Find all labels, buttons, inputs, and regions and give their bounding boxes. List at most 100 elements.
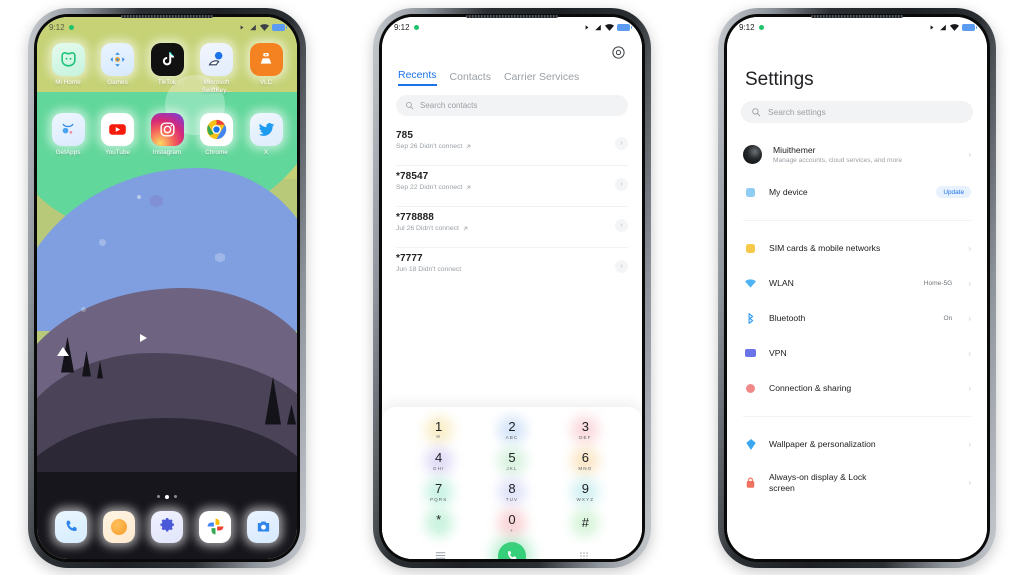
app-label: TikTok [157, 78, 177, 86]
wallpaper-play-marker [140, 333, 147, 342]
app-chrome[interactable]: Chrome [194, 112, 240, 157]
bluetooth-icon [930, 25, 934, 30]
chevron-right-icon: › [968, 439, 971, 449]
gear-icon[interactable] [151, 510, 183, 543]
dialpad-key-2[interactable]: 2 ABC [475, 415, 548, 446]
device-icon [743, 185, 758, 200]
settings-row-always-on-display[interactable]: Always-on display & Lock screen › [727, 462, 987, 504]
app-swiftkey[interactable]: Microsoft SwiftKey... [194, 42, 240, 95]
dialpad-key-5[interactable]: 5 JKL [475, 446, 548, 477]
settings-row-wallpaper[interactable]: Wallpaper & personalization › [727, 427, 987, 462]
row-text: Always-on display & Lock screen [769, 472, 957, 493]
tab-recents[interactable]: Recents [398, 69, 437, 86]
phone-bezel: 9:12 [34, 13, 300, 562]
call-log-row[interactable]: *778888 Jul 26 Didn't connect › [382, 207, 642, 247]
browser-icon[interactable] [103, 510, 135, 543]
settings-list[interactable]: Miuithemer Manage accounts, cloud servic… [727, 135, 987, 559]
earpiece-grille [121, 14, 213, 18]
dialpad-key-0[interactable]: 0 + [475, 508, 548, 539]
call-details-chevron[interactable]: › [615, 218, 628, 232]
wallpaper-icon [743, 437, 758, 452]
dialpad-icon[interactable] [578, 550, 590, 559]
dialpad-key-8[interactable]: 8 TUV [475, 477, 548, 508]
row-label: VPN [769, 347, 787, 358]
update-badge[interactable]: Update [936, 186, 971, 198]
dialpad-key-4[interactable]: 4 GHI [402, 446, 475, 477]
status-time: 9:12 [394, 23, 410, 32]
recent-calls-list[interactable]: 785 Sep 26 Didn't connect › *78547 Sep 2… [382, 125, 642, 413]
green-dot-icon [68, 25, 74, 30]
dialpad-sheet: 1 ✉ 2 ABC 3 DEF 4 GHI 5 JKL 6 MNO 7 PQRS 8 TUV 9… [382, 406, 642, 559]
tiktok-icon [150, 42, 184, 76]
key-digit: 7 [435, 481, 443, 497]
hamburger-menu-icon[interactable] [434, 549, 447, 559]
settings-row-vpn[interactable]: VPN › [727, 336, 987, 371]
search-placeholder: Search contacts [420, 100, 478, 110]
status-right [928, 24, 977, 31]
gear-icon[interactable] [611, 45, 626, 60]
camera-icon[interactable] [247, 510, 279, 543]
settings-row-my-device[interactable]: My device Update [727, 175, 987, 210]
settings-row-account[interactable]: Miuithemer Manage accounts, cloud servic… [727, 135, 987, 175]
key-digit: 9 [581, 481, 589, 497]
status-bar-dialer: 9:12 [382, 17, 642, 39]
call-button[interactable] [498, 541, 527, 559]
page-title: Settings [745, 68, 814, 90]
call-log-row[interactable]: *78547 Sep 22 Didn't connect › [382, 166, 642, 206]
app-label: Microsoft SwiftKey... [201, 78, 232, 94]
app-instagram[interactable]: Instagram [144, 112, 190, 157]
app-youtube[interactable]: YouTube [95, 112, 141, 157]
settings-row-sim-cards[interactable]: SIM cards & mobile networks › [727, 231, 987, 266]
settings-row-wlan[interactable]: WLAN Home-5G › [727, 266, 987, 301]
phone-icon[interactable] [55, 510, 87, 543]
wallpaper-triangle-white [57, 346, 69, 356]
app-mi-home[interactable]: Mi Home [45, 42, 91, 95]
dialpad-key-star[interactable]: *. [402, 508, 475, 539]
dialpad-key-3[interactable]: 3 DEF [549, 415, 622, 446]
call-details-chevron[interactable]: › [615, 259, 628, 273]
search-placeholder: Search settings [768, 106, 826, 117]
app-tiktok[interactable]: TikTok [144, 42, 190, 95]
call-detail: Sep 26 Didn't connect [396, 143, 628, 150]
chevron-right-icon: › [968, 150, 971, 159]
dialpad-key-7[interactable]: 7 PQRS [402, 477, 475, 508]
search-contacts-input[interactable]: Search contacts [396, 94, 628, 116]
row-label: WLAN [769, 277, 794, 288]
app-getapps[interactable]: GetApps [45, 112, 91, 157]
tab-contacts[interactable]: Contacts [450, 71, 491, 86]
dialpad-key-1[interactable]: 1 ✉ [402, 415, 475, 446]
games-icon [101, 42, 134, 76]
google-photos-icon[interactable] [199, 510, 231, 543]
row-text: Wallpaper & personalization [769, 439, 957, 450]
row-text: SIM cards & mobile networks [769, 243, 957, 254]
dialpad-key-hash[interactable]: # [549, 508, 622, 539]
chevron-right-icon: › [968, 278, 971, 288]
app-vlc[interactable]: VLC [243, 42, 289, 95]
app-games[interactable]: Games [95, 42, 141, 95]
settings-app: 9:12 Settings Search settings Miuithemer… [727, 16, 987, 559]
search-settings-input[interactable]: Search settings [741, 100, 973, 123]
tab-carrier-services[interactable]: Carrier Services [504, 71, 579, 86]
key-digit: 4 [435, 450, 443, 466]
youtube-icon [101, 112, 134, 146]
page-indicator[interactable] [37, 494, 297, 499]
call-log-row[interactable]: *7777 Jun 18 Didn't connect › [382, 248, 642, 288]
signal-icon [940, 24, 946, 31]
dialpad-key-9[interactable]: 9 WXYZ [549, 477, 622, 508]
key-digit: 5 [508, 450, 516, 466]
dialpad-key-6[interactable]: 6 MNO [549, 446, 622, 477]
call-log-row[interactable]: 785 Sep 26 Didn't connect › [382, 125, 642, 165]
call-details-chevron[interactable]: › [615, 136, 628, 150]
status-right [583, 24, 632, 31]
app-x-twitter[interactable]: X [243, 112, 289, 157]
call-details-chevron[interactable]: › [615, 177, 628, 191]
row-label: Connection & sharing [769, 382, 852, 393]
settings-row-bluetooth[interactable]: Bluetooth On › [727, 301, 987, 336]
wifi-icon [950, 24, 959, 31]
settings-row-connection-sharing[interactable]: Connection & sharing › [727, 371, 987, 406]
row-label: Always-on display & Lock screen [769, 471, 867, 493]
phones-stage: 9:12 Mi Home Games TikTok Microsoft Swif… [0, 0, 1024, 575]
call-detail-text: Sep 22 Didn't connect [396, 183, 463, 191]
call-detail-text: Jul 26 Didn't connect [396, 224, 459, 232]
key-digit: 2 [508, 419, 516, 435]
